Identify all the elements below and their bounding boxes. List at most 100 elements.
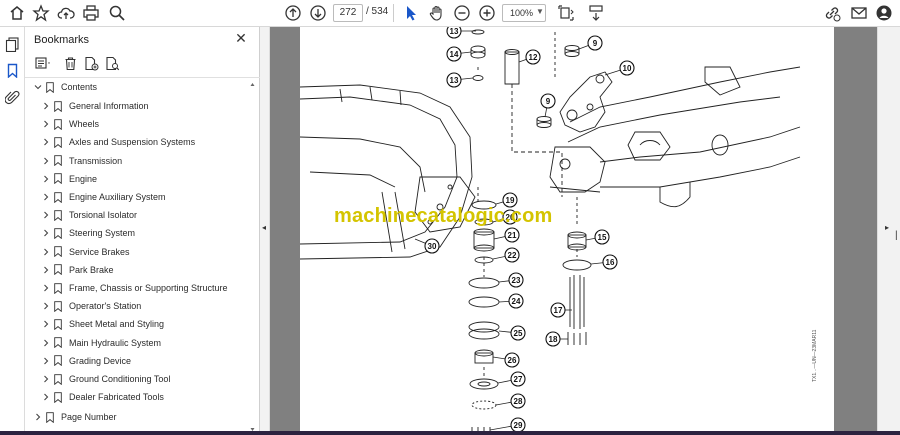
bookmark-item[interactable]: Engine <box>41 170 97 188</box>
zoom-in-icon[interactable] <box>477 3 497 23</box>
find-bookmark-icon[interactable] <box>104 55 121 72</box>
bookmark-item[interactable]: Ground Conditioning Tool <box>41 370 170 388</box>
chevron-right-icon[interactable] <box>41 211 50 220</box>
chevron-right-icon[interactable] <box>41 193 50 202</box>
bookmark-icon <box>54 355 62 367</box>
left-nav-rail <box>0 27 25 435</box>
select-cursor-icon[interactable] <box>401 3 421 23</box>
bookmark-icon <box>46 81 54 93</box>
callout-number: 24 <box>512 297 521 306</box>
bookmark-item[interactable]: Sheet Metal and Styling <box>41 315 164 333</box>
chevron-right-icon[interactable] <box>41 120 50 129</box>
bookmark-item[interactable]: Grading Device <box>41 352 131 370</box>
bookmark-item[interactable]: Park Brake <box>41 261 114 279</box>
chevron-right-icon[interactable] <box>41 174 50 183</box>
delete-bookmark-icon[interactable] <box>62 55 79 72</box>
bookmark-label: Contents <box>61 82 98 92</box>
zoom-out-icon[interactable] <box>452 3 472 23</box>
bookmark-page-number[interactable]: Page Number <box>33 408 117 426</box>
bookmark-label: Engine Auxiliary System <box>69 192 166 202</box>
page-thumbnails-icon[interactable] <box>4 36 21 53</box>
account-icon[interactable] <box>874 3 894 23</box>
next-page-icon[interactable] <box>308 3 328 23</box>
bookmark-item[interactable]: Transmission <box>41 152 122 170</box>
attachments-icon[interactable] <box>4 89 21 106</box>
star-icon[interactable] <box>31 3 51 23</box>
chevron-right-icon[interactable] <box>41 393 50 402</box>
left-panel-collapse-handle[interactable]: ◂ <box>260 27 270 435</box>
bookmark-label: Engine <box>69 173 98 184</box>
chevron-right-icon[interactable] <box>41 302 50 311</box>
bookmark-item[interactable]: Main Hydraulic System <box>41 334 161 352</box>
bookmark-label: General Information <box>69 101 149 111</box>
add-bookmark-icon[interactable] <box>83 55 100 72</box>
close-icon[interactable]: ✕ <box>234 31 248 45</box>
pdf-viewer-app: 272 / 534 100% ▼ Bookmarks ✕ Contents Ge… <box>0 0 900 435</box>
hand-tool-icon[interactable] <box>427 3 447 23</box>
document-viewer[interactable]: ◂ 13 14 13 12 9 10 9 19 20 21 22 23 24 2… <box>260 27 900 435</box>
bookmark-icon <box>54 173 62 185</box>
bookmarks-panel: Bookmarks ✕ Contents General Information… <box>25 27 260 435</box>
scroll-indicator[interactable]: | <box>895 230 898 241</box>
print-icon[interactable] <box>81 3 101 23</box>
bookmark-item[interactable]: Steering System <box>41 224 135 242</box>
bookmark-label: Axles and Suspension Systems <box>69 137 196 148</box>
chevron-right-icon[interactable] <box>41 356 50 365</box>
bookmark-icon <box>54 246 62 258</box>
cloud-upload-icon[interactable] <box>56 3 76 23</box>
chevron-right-icon[interactable] <box>41 247 50 256</box>
previous-page-icon[interactable] <box>283 3 303 23</box>
bookmarks-scrollbar[interactable] <box>250 82 255 432</box>
chevron-right-icon[interactable] <box>41 284 50 293</box>
bookmark-item[interactable]: General Information <box>41 97 149 115</box>
right-panel-handle[interactable]: ▸ | <box>877 27 900 435</box>
bookmark-item[interactable]: Wheels <box>41 115 99 133</box>
chevron-right-icon[interactable] <box>41 375 50 384</box>
page-total: / 534 <box>366 6 389 17</box>
bookmark-item[interactable]: Operator's Station <box>41 297 141 315</box>
callout-number: 19 <box>506 196 515 205</box>
scroll-mode-icon[interactable] <box>586 3 606 23</box>
chevron-down-icon[interactable] <box>33 83 42 92</box>
page-fit-icon[interactable] <box>556 3 576 23</box>
bookmark-icon <box>54 191 62 203</box>
chevron-left-icon[interactable]: ◂ <box>262 223 266 232</box>
bookmark-label: Sheet Metal and Styling <box>69 319 165 330</box>
bookmark-item[interactable]: Dealer Fabricated Tools <box>41 388 164 406</box>
bookmark-options-icon[interactable] <box>35 55 52 72</box>
bookmark-item[interactable]: Service Brakes <box>41 243 130 261</box>
bookmark-contents[interactable]: Contents <box>33 78 97 96</box>
chevron-down-icon[interactable]: ▼ <box>536 7 544 16</box>
bookmark-label: Steering System <box>69 228 136 239</box>
bookmarks-panel-icon[interactable] <box>4 62 21 79</box>
home-icon[interactable] <box>7 3 27 23</box>
bookmark-label: Transmission <box>69 155 123 166</box>
toolbar-separator <box>393 4 394 22</box>
search-icon[interactable] <box>107 3 127 23</box>
chevron-right-icon[interactable] <box>41 265 50 274</box>
callout-number: 15 <box>598 233 607 242</box>
email-icon[interactable] <box>849 3 869 23</box>
bookmark-item[interactable]: Axles and Suspension Systems <box>41 133 195 151</box>
callout-number: 14 <box>450 50 459 59</box>
chevron-right-icon[interactable] <box>33 413 42 422</box>
chevron-right-icon[interactable]: ▸ <box>885 223 889 232</box>
chevron-right-icon[interactable] <box>41 156 50 165</box>
share-link-icon[interactable] <box>822 3 842 23</box>
bookmark-label: Torsional Isolator <box>69 210 138 221</box>
taskbar-strip <box>0 431 900 435</box>
chevron-right-icon[interactable] <box>41 138 50 147</box>
bookmark-icon <box>54 337 62 349</box>
bookmark-item[interactable]: Frame, Chassis or Supporting Structure <box>41 279 228 297</box>
bookmark-label: Frame, Chassis or Supporting Structure <box>69 283 228 293</box>
bookmark-item[interactable]: Torsional Isolator <box>41 206 137 224</box>
chevron-right-icon[interactable] <box>41 229 50 238</box>
chevron-right-icon[interactable] <box>41 338 50 347</box>
bookmark-item[interactable]: Engine Auxiliary System <box>41 188 166 206</box>
watermark-text: machinecatalogic.com <box>334 205 553 227</box>
page-number-input[interactable]: 272 <box>333 4 363 22</box>
chevron-right-icon[interactable] <box>41 102 50 111</box>
bookmark-icon <box>54 391 62 403</box>
chevron-right-icon[interactable] <box>41 320 50 329</box>
bookmark-icon <box>54 118 62 130</box>
